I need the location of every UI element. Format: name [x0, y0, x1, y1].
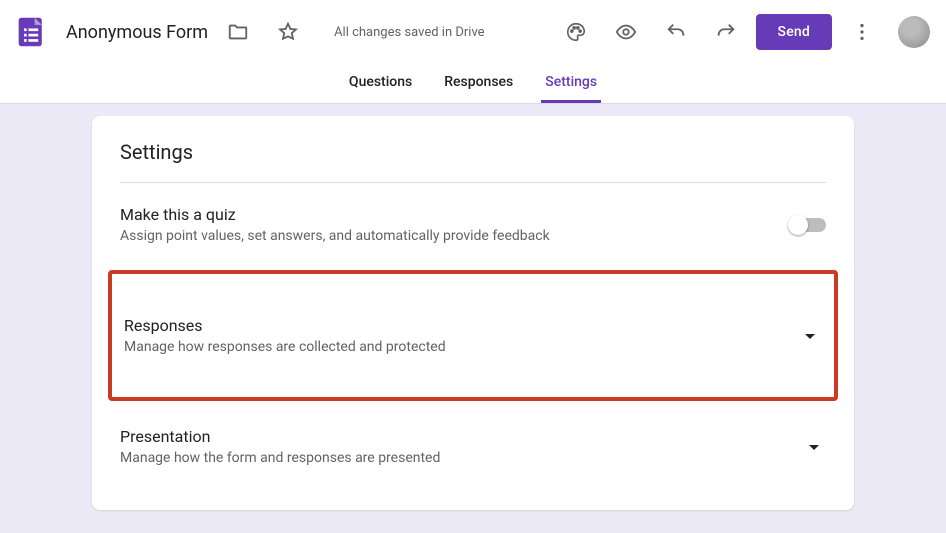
tab-settings[interactable]: Settings	[541, 74, 601, 103]
undo-button[interactable]	[656, 12, 696, 52]
customize-theme-button[interactable]	[556, 12, 596, 52]
section-title: Presentation	[120, 427, 786, 446]
send-button[interactable]: Send	[756, 14, 832, 50]
app-header: Anonymous Form All changes saved in Driv…	[0, 0, 946, 64]
settings-card: Settings Make this a quiz Assign point v…	[92, 116, 854, 510]
preview-button[interactable]	[606, 12, 646, 52]
tab-questions[interactable]: Questions	[345, 74, 416, 103]
settings-section-presentation[interactable]: Presentation Manage how the form and res…	[120, 405, 826, 488]
section-title: Responses	[124, 316, 782, 335]
section-title: Make this a quiz	[120, 205, 774, 224]
page-body: Settings Make this a quiz Assign point v…	[0, 104, 946, 522]
account-avatar[interactable]	[898, 16, 930, 48]
responses-highlight: Responses Manage how responses are colle…	[108, 270, 838, 401]
settings-section-responses[interactable]: Responses Manage how responses are colle…	[124, 274, 822, 397]
section-desc: Assign point values, set answers, and au…	[120, 228, 774, 244]
move-to-folder-button[interactable]	[218, 12, 258, 52]
form-title[interactable]: Anonymous Form	[66, 22, 208, 43]
settings-section-quiz: Make this a quiz Assign point values, se…	[120, 183, 826, 266]
quiz-toggle[interactable]	[790, 218, 826, 232]
section-desc: Manage how responses are collected and p…	[124, 339, 782, 355]
save-status: All changes saved in Drive	[334, 25, 485, 40]
redo-button[interactable]	[706, 12, 746, 52]
section-desc: Manage how the form and responses are pr…	[120, 450, 786, 466]
more-options-button[interactable]	[842, 12, 882, 52]
tab-responses[interactable]: Responses	[440, 74, 517, 103]
tabs-row: Questions Responses Settings	[0, 64, 946, 104]
forms-app-icon[interactable]	[12, 12, 52, 52]
chevron-down-icon	[798, 324, 822, 348]
page-title: Settings	[120, 140, 826, 182]
star-button[interactable]	[268, 12, 308, 52]
chevron-down-icon	[802, 435, 826, 459]
